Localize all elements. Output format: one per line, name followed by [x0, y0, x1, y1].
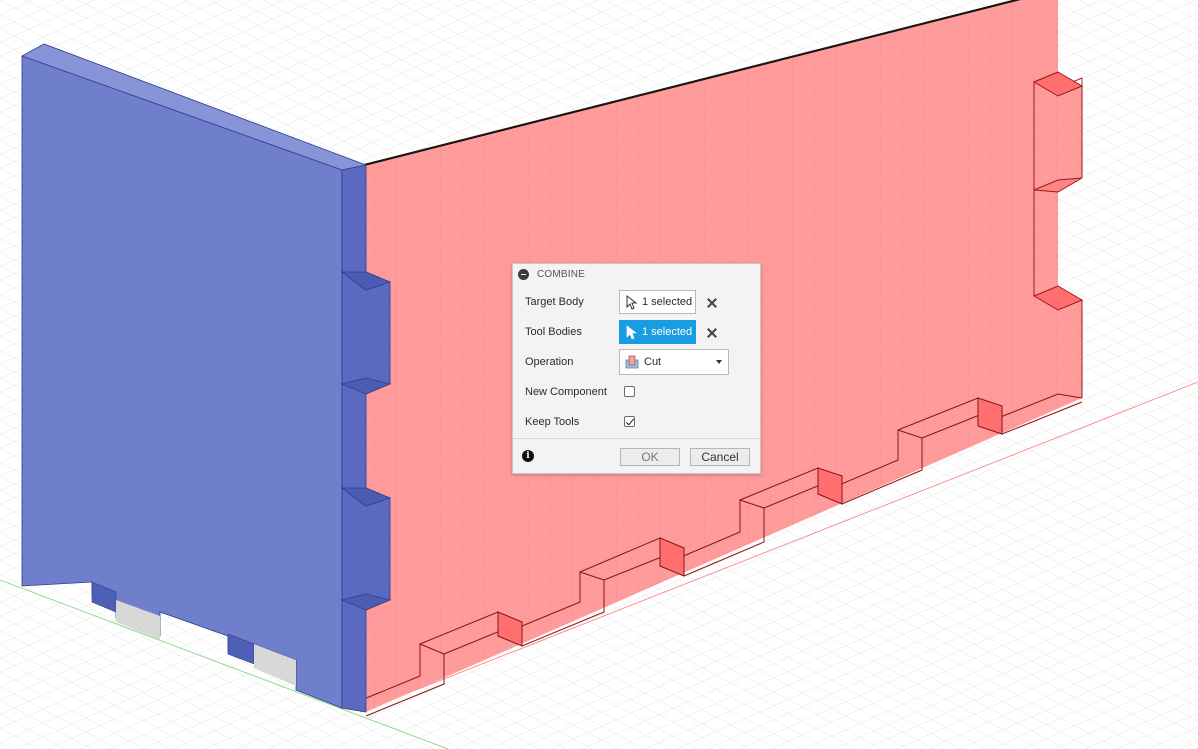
operation-value: Cut [644, 356, 662, 368]
chevron-down-icon [716, 360, 722, 364]
combine-dialog: COMBINE Target Body 1 selected Tool Bodi… [512, 263, 761, 474]
tool-bodies-value: 1 selected [642, 326, 693, 338]
keep-tools-label: Keep Tools [525, 416, 580, 428]
info-icon[interactable]: i [522, 450, 534, 462]
operation-dropdown[interactable]: Cut [619, 349, 729, 375]
target-body-value: 1 selected [642, 296, 693, 308]
dialog-title: COMBINE [537, 269, 586, 280]
tool-bodies-selector[interactable]: 1 selected [619, 320, 696, 344]
tool-bodies-label: Tool Bodies [525, 326, 582, 338]
clear-tools-icon[interactable] [706, 327, 718, 339]
cut-operation-icon [625, 355, 639, 369]
operation-label: Operation [525, 356, 574, 368]
ok-button[interactable]: OK [620, 448, 680, 466]
target-body-selector[interactable]: 1 selected [619, 290, 696, 314]
new-component-checkbox[interactable] [624, 386, 635, 397]
dialog-divider [513, 438, 760, 439]
target-body-label: Target Body [525, 296, 584, 308]
dialog-header: COMBINE [513, 264, 760, 285]
keep-tools-checkbox[interactable] [624, 416, 635, 427]
cancel-button[interactable]: Cancel [690, 448, 750, 466]
select-cursor-icon [626, 324, 637, 339]
new-component-label: New Component [525, 386, 607, 398]
select-cursor-icon [626, 294, 638, 310]
clear-target-icon[interactable] [706, 297, 718, 309]
collapse-icon[interactable] [518, 269, 529, 280]
